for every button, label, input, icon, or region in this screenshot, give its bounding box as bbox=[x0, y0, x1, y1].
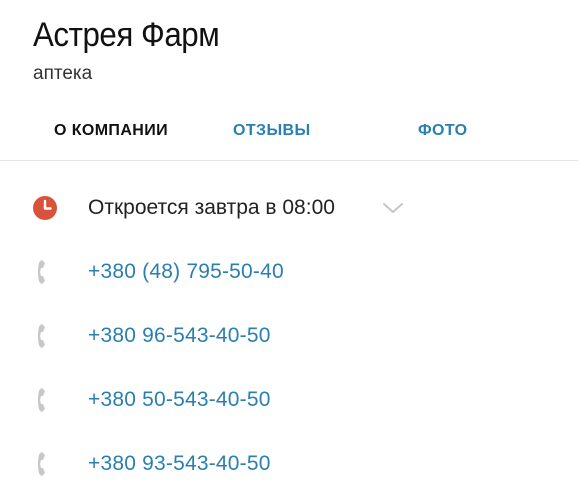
tab-about-company[interactable]: О КОМПАНИИ bbox=[54, 122, 168, 140]
tab-reviews[interactable]: ОТЗЫВЫ bbox=[233, 122, 311, 140]
phone-number[interactable]: +380 50-543-40-50 bbox=[88, 388, 271, 412]
place-title: Астрея Фарм bbox=[33, 16, 220, 54]
phone-row[interactable]: +380 (48) 795-50-40 bbox=[0, 240, 578, 304]
phone-number[interactable]: +380 96-543-40-50 bbox=[88, 324, 271, 348]
phone-row[interactable]: +380 93-543-40-50 bbox=[0, 432, 578, 496]
hours-status: Откроется завтра в 08:00 bbox=[88, 196, 335, 219]
info-list: Откроется завтра в 08:00 +380 (48) 795-5… bbox=[0, 176, 578, 496]
tab-photo[interactable]: ФОТО bbox=[418, 122, 468, 140]
place-header: Астрея Фарм аптека bbox=[33, 14, 235, 86]
phone-number[interactable]: +380 (48) 795-50-40 bbox=[88, 260, 284, 284]
phone-icon bbox=[32, 258, 58, 286]
tabs-divider bbox=[0, 160, 578, 161]
phone-icon bbox=[32, 450, 58, 478]
phone-icon bbox=[32, 322, 58, 350]
hours-row[interactable]: Откроется завтра в 08:00 bbox=[0, 176, 578, 240]
phone-icon bbox=[32, 386, 58, 414]
chevron-down-icon[interactable] bbox=[382, 201, 404, 215]
place-category: аптека bbox=[33, 63, 93, 84]
phone-number[interactable]: +380 93-543-40-50 bbox=[88, 452, 271, 476]
phone-row[interactable]: +380 96-543-40-50 bbox=[0, 304, 578, 368]
phone-row[interactable]: +380 50-543-40-50 bbox=[0, 368, 578, 432]
clock-icon bbox=[32, 194, 58, 222]
tab-bar: О КОМПАНИИ ОТЗЫВЫ ФОТО bbox=[0, 112, 578, 152]
